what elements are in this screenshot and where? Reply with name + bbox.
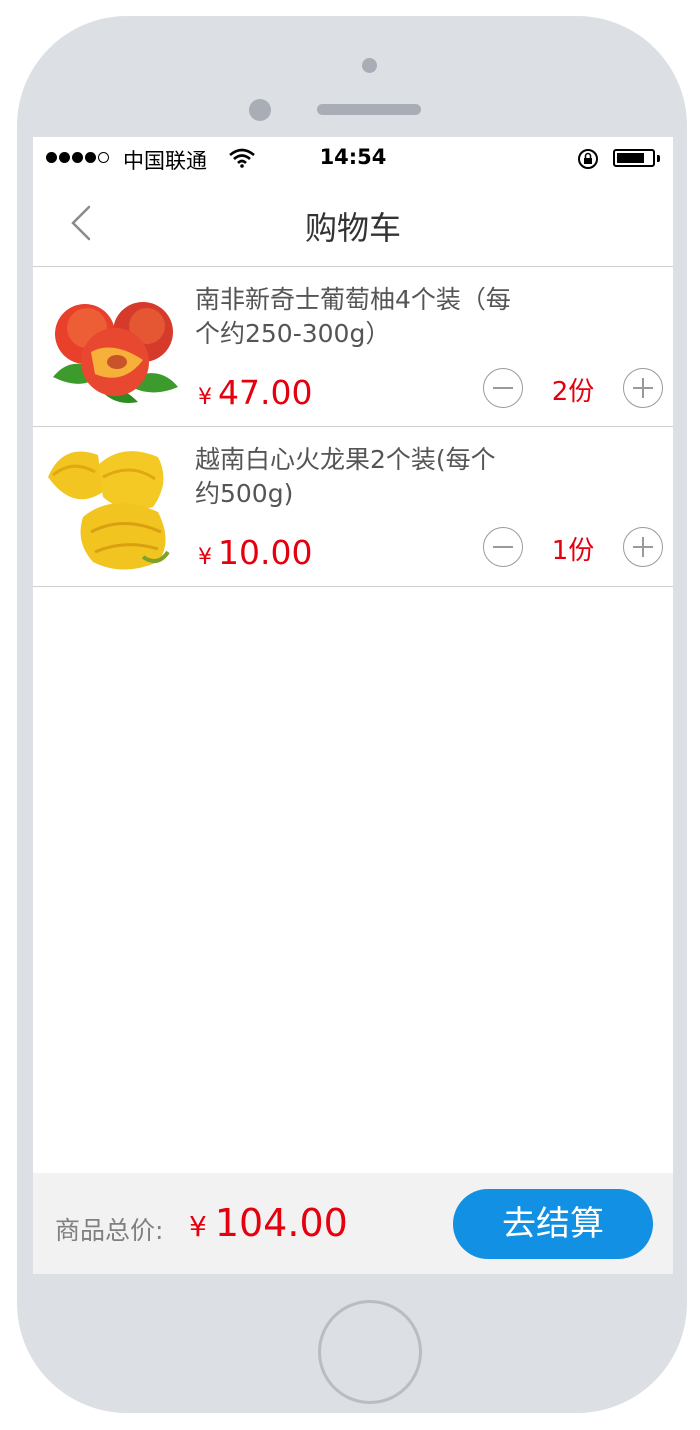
quantity-value: 2份 xyxy=(551,377,595,407)
currency-symbol: ¥ xyxy=(198,545,212,570)
decrease-quantity-button[interactable] xyxy=(483,527,523,567)
checkout-button[interactable]: 去结算 xyxy=(453,1189,653,1259)
increase-quantity-button[interactable] xyxy=(623,368,663,408)
app-screen: 中国联通 14:54 购物车 南非新奇士葡萄柚4个装（每个约250-300g） … xyxy=(33,137,673,1274)
home-button[interactable] xyxy=(318,1300,422,1404)
quantity-value: 1份 xyxy=(551,536,595,566)
earpiece-speaker xyxy=(317,104,421,115)
price-amount: 10.00 xyxy=(218,533,313,572)
plus-icon xyxy=(642,378,644,398)
cart-footer: 商品总价: ¥ 104.00 去结算 xyxy=(33,1173,673,1274)
page-title: 购物车 xyxy=(304,209,401,247)
rotation-lock-icon xyxy=(578,149,598,169)
front-camera xyxy=(249,99,271,121)
battery-tip xyxy=(657,155,660,162)
status-bar: 中国联通 14:54 xyxy=(33,137,673,181)
item-name: 越南白心火龙果2个装(每个约500g) xyxy=(195,445,496,508)
item-price: ¥ 47.00 xyxy=(198,373,312,412)
peach-image xyxy=(53,302,178,403)
item-name: 南非新奇士葡萄柚4个装（每个约250-300g） xyxy=(195,285,511,348)
total-price: ¥ 104.00 xyxy=(189,1201,348,1245)
battery-level xyxy=(617,153,644,163)
cart-item[interactable]: 南非新奇士葡萄柚4个装（每个约250-300g） ¥ 47.00 2份 xyxy=(33,267,673,427)
navigation-bar: 购物车 xyxy=(33,181,673,267)
plus-icon xyxy=(642,537,644,557)
cart-item[interactable]: 越南白心火龙果2个装(每个约500g) ¥ 10.00 1份 xyxy=(33,427,673,587)
item-price: ¥ 10.00 xyxy=(198,533,312,572)
currency-symbol: ¥ xyxy=(189,1210,207,1243)
starfruit-image xyxy=(48,451,170,570)
minus-icon xyxy=(493,546,513,548)
front-sensor xyxy=(362,58,377,73)
decrease-quantity-button[interactable] xyxy=(483,368,523,408)
increase-quantity-button[interactable] xyxy=(623,527,663,567)
price-amount: 47.00 xyxy=(218,373,313,412)
minus-icon xyxy=(493,387,513,389)
total-label: 商品总价: xyxy=(55,1216,164,1245)
total-amount: 104.00 xyxy=(214,1201,348,1245)
currency-symbol: ¥ xyxy=(198,385,212,410)
battery-icon xyxy=(613,149,655,167)
